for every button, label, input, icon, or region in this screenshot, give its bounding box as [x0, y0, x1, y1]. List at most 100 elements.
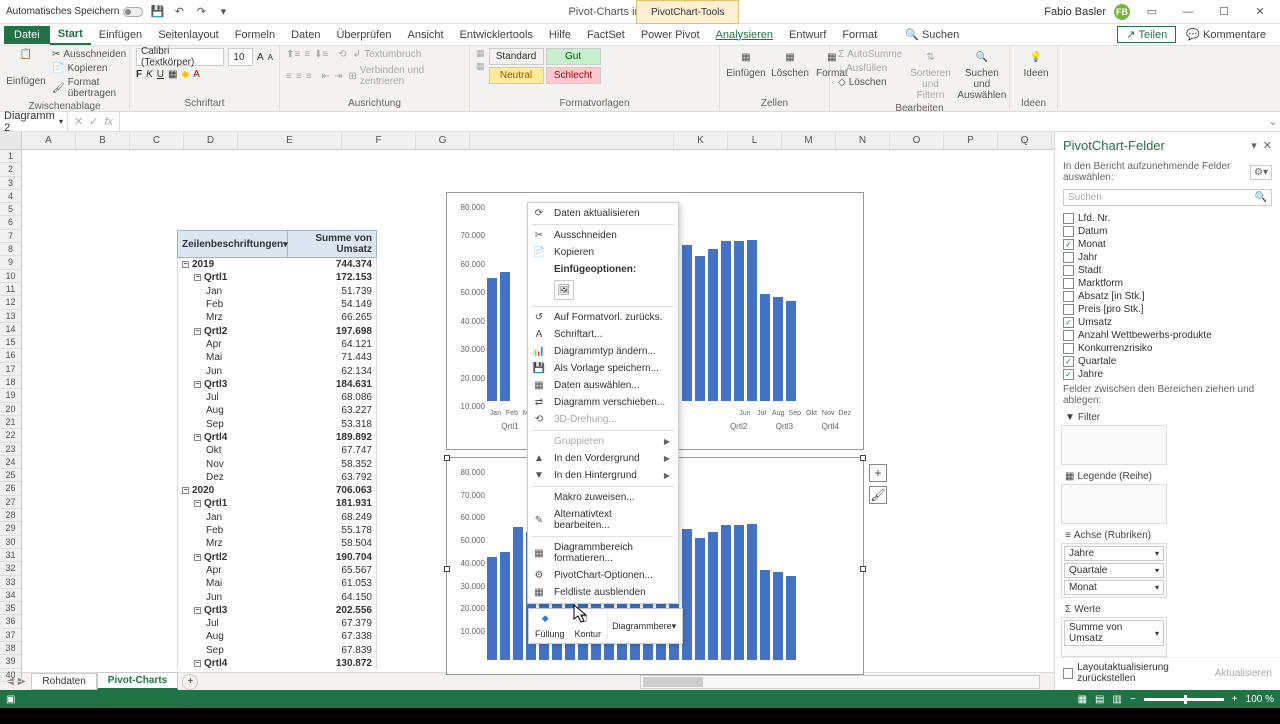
style-neutral[interactable]: Neutral: [489, 67, 544, 84]
field-checkbox[interactable]: [1063, 317, 1074, 328]
pivot-row[interactable]: Jan51.739: [177, 285, 377, 298]
qat-customize-icon[interactable]: ▾: [215, 4, 231, 20]
pivot-row[interactable]: −2020706.063: [177, 484, 377, 497]
field-item[interactable]: Anzahl Wettbewerbs-produkte: [1063, 329, 1272, 342]
scrollbar-thumb[interactable]: [643, 677, 703, 687]
pivot-row[interactable]: −Qrtl3184.631: [177, 378, 377, 391]
field-item[interactable]: Jahr: [1063, 251, 1272, 264]
orientation-icon[interactable]: ⟲: [338, 49, 346, 60]
style-schlecht[interactable]: Schlecht: [546, 67, 601, 84]
update-button[interactable]: Aktualisieren: [1215, 668, 1272, 679]
ctx-select-data[interactable]: ▦Daten auswählen...: [528, 377, 678, 394]
zoom-in-button[interactable]: +: [1232, 694, 1238, 705]
normal-view-icon[interactable]: ▦: [1078, 694, 1087, 705]
field-checkbox[interactable]: [1063, 304, 1074, 315]
pivot-row[interactable]: Feb54.149: [177, 298, 377, 311]
pivot-row[interactable]: Jun62.134: [177, 364, 377, 377]
row-header[interactable]: 9: [0, 256, 22, 269]
row-header[interactable]: 24: [0, 456, 22, 469]
collapse-icon[interactable]: −: [194, 381, 201, 388]
ctx-bring-front[interactable]: ▲In den Vordergrund▶: [528, 450, 678, 467]
underline-icon[interactable]: U: [157, 69, 164, 80]
col-header[interactable]: D: [184, 132, 238, 149]
col-header[interactable]: C: [130, 132, 184, 149]
tab-analyze[interactable]: Analysieren: [708, 26, 781, 44]
values-drop-area[interactable]: Summe von Umsatz▾: [1061, 617, 1167, 657]
pivot-row-header[interactable]: Zeilenbeschriftungen▾: [178, 231, 288, 257]
cut-button[interactable]: ✂ Ausschneiden: [50, 48, 128, 61]
bold-icon[interactable]: F: [136, 69, 142, 80]
font-size-box[interactable]: 10: [228, 48, 253, 66]
row-header[interactable]: 25: [0, 469, 22, 482]
axis-drop-area[interactable]: Jahre▾Quartale▾Monat▾: [1061, 543, 1167, 598]
field-checkbox[interactable]: [1063, 343, 1074, 354]
save-icon[interactable]: 💾: [149, 4, 165, 20]
row-header[interactable]: 11: [0, 283, 22, 296]
ctx-refresh[interactable]: ⟳Daten aktualisieren: [528, 205, 678, 222]
resize-handle[interactable]: [860, 566, 866, 572]
pivot-row[interactable]: Dez63.792: [177, 471, 377, 484]
row-header[interactable]: 33: [0, 576, 22, 589]
pivot-row[interactable]: Sep67.839: [177, 644, 377, 657]
tab-developer[interactable]: Entwicklertools: [452, 26, 541, 44]
tab-start[interactable]: Start: [50, 25, 91, 45]
collapse-icon[interactable]: −: [194, 554, 201, 561]
collapse-icon[interactable]: −: [194, 500, 201, 507]
ctx-pivotchart-options[interactable]: ⚙PivotChart-Optionen...: [528, 567, 678, 584]
ctx-alt-text[interactable]: ✎Alternativtext bearbeiten...: [528, 506, 678, 534]
field-item[interactable]: Stadt: [1063, 264, 1272, 277]
field-item[interactable]: Jahre: [1063, 368, 1272, 380]
style-standard[interactable]: Standard: [489, 48, 544, 65]
file-menu[interactable]: Datei: [4, 26, 50, 44]
maximize-icon[interactable]: ☐: [1210, 2, 1238, 22]
field-item[interactable]: Datum: [1063, 225, 1272, 238]
collapse-icon[interactable]: −: [182, 487, 189, 494]
conditional-formatting-button[interactable]: ▦ Bedingte Formatierung: [476, 48, 485, 59]
cancel-formula-icon[interactable]: ✕: [74, 115, 83, 128]
field-checkbox[interactable]: [1063, 278, 1074, 289]
col-header[interactable]: G: [416, 132, 470, 149]
merge-button[interactable]: ⊞ Verbinden und zentrieren: [346, 64, 463, 88]
field-checkbox[interactable]: [1063, 330, 1074, 341]
ribbon-options-icon[interactable]: ▭: [1138, 2, 1166, 22]
pane-dropdown-icon[interactable]: ▾: [1251, 139, 1257, 152]
select-all-corner[interactable]: [0, 132, 22, 149]
expand-formula-bar-icon[interactable]: ⌄: [1266, 115, 1280, 128]
align-top-icon[interactable]: ⬆≡: [286, 49, 300, 60]
col-header[interactable]: K: [674, 132, 728, 149]
pivot-row[interactable]: Mrz58.504: [177, 537, 377, 550]
col-header[interactable]: B: [76, 132, 130, 149]
pivot-row[interactable]: −Qrtl3202.556: [177, 604, 377, 617]
field-item[interactable]: Preis [pro Stk.]: [1063, 303, 1272, 316]
sheet-tab-pivotcharts[interactable]: Pivot-Charts: [97, 672, 178, 690]
pivot-row[interactable]: −Qrtl2190.704: [177, 551, 377, 564]
align-left-icon[interactable]: ≡: [286, 71, 292, 82]
field-checkbox[interactable]: [1063, 265, 1074, 276]
area-field[interactable]: Monat▾: [1064, 580, 1164, 595]
tab-powerpivot[interactable]: Power Pivot: [633, 26, 708, 44]
minimize-icon[interactable]: —: [1174, 2, 1202, 22]
pivot-row[interactable]: Mai71.443: [177, 351, 377, 364]
col-header[interactable]: E: [238, 132, 342, 149]
zoom-slider[interactable]: [1144, 698, 1224, 701]
row-header[interactable]: 19: [0, 389, 22, 402]
row-header[interactable]: 36: [0, 615, 22, 628]
resize-handle[interactable]: [444, 455, 450, 461]
pane-layout-icon[interactable]: ⚙▾: [1250, 165, 1272, 180]
col-header[interactable]: O: [890, 132, 944, 149]
cells-area[interactable]: Zeilenbeschriftungen▾ Summe von Umsatz −…: [22, 150, 1054, 672]
area-field[interactable]: Jahre▾: [1064, 546, 1164, 561]
close-icon[interactable]: ✕: [1246, 2, 1274, 22]
field-checkbox[interactable]: [1063, 213, 1074, 224]
collapse-icon[interactable]: −: [194, 274, 201, 281]
col-header[interactable]: F: [342, 132, 416, 149]
pivot-row[interactable]: Aug63.227: [177, 404, 377, 417]
tab-factset[interactable]: FactSet: [579, 26, 633, 44]
col-header[interactable]: L: [728, 132, 782, 149]
tab-review[interactable]: Überprüfen: [328, 26, 399, 44]
format-painter-button[interactable]: 🖌 Format übertragen: [50, 76, 128, 100]
pivot-row[interactable]: Sep53.318: [177, 418, 377, 431]
pivot-row[interactable]: −Qrtl4189.892: [177, 431, 377, 444]
row-header[interactable]: 6: [0, 216, 22, 229]
pivot-row[interactable]: −Qrtl1172.153: [177, 271, 377, 284]
